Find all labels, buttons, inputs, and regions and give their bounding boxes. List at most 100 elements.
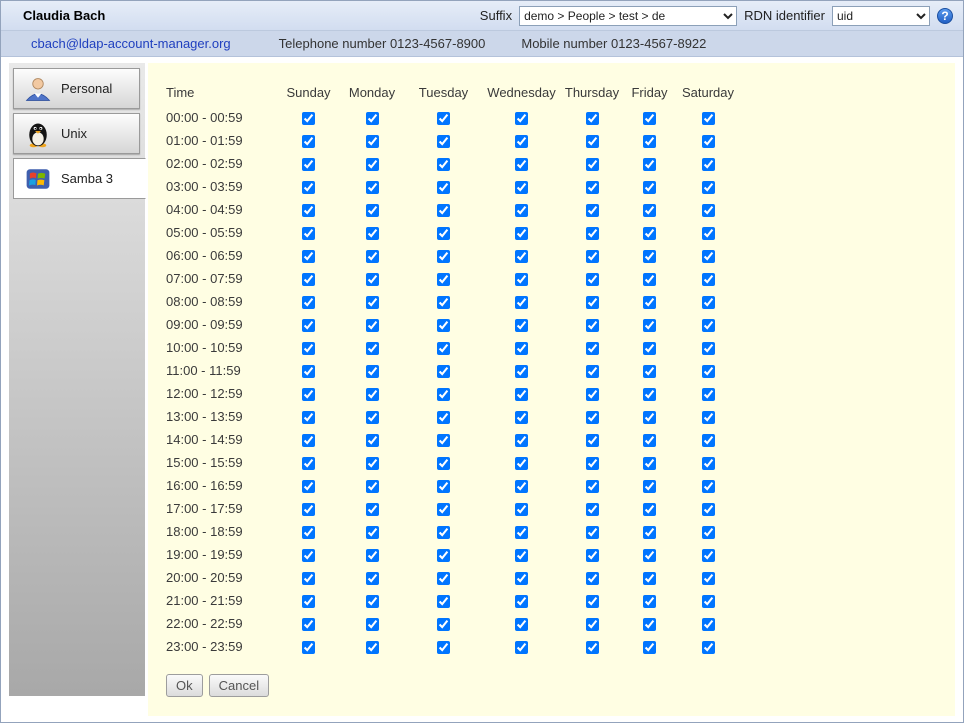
logon-hour-checkbox[interactable] — [515, 641, 528, 654]
logon-hour-checkbox[interactable] — [437, 112, 450, 125]
logon-hour-checkbox[interactable] — [437, 572, 450, 585]
logon-hour-checkbox[interactable] — [643, 181, 656, 194]
logon-hour-checkbox[interactable] — [302, 250, 315, 263]
logon-hour-checkbox[interactable] — [702, 572, 715, 585]
logon-hour-checkbox[interactable] — [586, 434, 599, 447]
logon-hour-checkbox[interactable] — [515, 434, 528, 447]
logon-hour-checkbox[interactable] — [515, 204, 528, 217]
logon-hour-checkbox[interactable] — [366, 296, 379, 309]
logon-hour-checkbox[interactable] — [702, 181, 715, 194]
logon-hour-checkbox[interactable] — [702, 388, 715, 401]
logon-hour-checkbox[interactable] — [643, 480, 656, 493]
logon-hour-checkbox[interactable] — [586, 296, 599, 309]
logon-hour-checkbox[interactable] — [643, 135, 656, 148]
logon-hour-checkbox[interactable] — [437, 204, 450, 217]
logon-hour-checkbox[interactable] — [437, 457, 450, 470]
logon-hour-checkbox[interactable] — [643, 365, 656, 378]
logon-hour-checkbox[interactable] — [366, 342, 379, 355]
logon-hour-checkbox[interactable] — [643, 296, 656, 309]
tab-samba3[interactable]: Samba 3 — [13, 158, 146, 199]
logon-hour-checkbox[interactable] — [586, 457, 599, 470]
logon-hour-checkbox[interactable] — [702, 204, 715, 217]
logon-hour-checkbox[interactable] — [515, 227, 528, 240]
email-link[interactable]: cbach@ldap-account-manager.org — [31, 36, 231, 51]
logon-hour-checkbox[interactable] — [586, 388, 599, 401]
logon-hour-checkbox[interactable] — [515, 618, 528, 631]
logon-hour-checkbox[interactable] — [515, 549, 528, 562]
logon-hour-checkbox[interactable] — [302, 572, 315, 585]
logon-hour-checkbox[interactable] — [437, 480, 450, 493]
logon-hour-checkbox[interactable] — [302, 204, 315, 217]
logon-hour-checkbox[interactable] — [366, 135, 379, 148]
logon-hour-checkbox[interactable] — [302, 227, 315, 240]
logon-hour-checkbox[interactable] — [437, 158, 450, 171]
logon-hour-checkbox[interactable] — [586, 273, 599, 286]
logon-hour-checkbox[interactable] — [515, 112, 528, 125]
logon-hour-checkbox[interactable] — [586, 319, 599, 332]
logon-hour-checkbox[interactable] — [643, 457, 656, 470]
logon-hour-checkbox[interactable] — [437, 503, 450, 516]
logon-hour-checkbox[interactable] — [586, 250, 599, 263]
logon-hour-checkbox[interactable] — [302, 457, 315, 470]
logon-hour-checkbox[interactable] — [515, 158, 528, 171]
logon-hour-checkbox[interactable] — [643, 572, 656, 585]
logon-hour-checkbox[interactable] — [702, 641, 715, 654]
logon-hour-checkbox[interactable] — [515, 365, 528, 378]
logon-hour-checkbox[interactable] — [586, 342, 599, 355]
logon-hour-checkbox[interactable] — [643, 273, 656, 286]
logon-hour-checkbox[interactable] — [302, 480, 315, 493]
logon-hour-checkbox[interactable] — [437, 365, 450, 378]
logon-hour-checkbox[interactable] — [302, 526, 315, 539]
logon-hour-checkbox[interactable] — [366, 181, 379, 194]
logon-hour-checkbox[interactable] — [702, 526, 715, 539]
logon-hour-checkbox[interactable] — [437, 342, 450, 355]
logon-hour-checkbox[interactable] — [366, 319, 379, 332]
logon-hour-checkbox[interactable] — [437, 641, 450, 654]
logon-hour-checkbox[interactable] — [437, 595, 450, 608]
logon-hour-checkbox[interactable] — [302, 434, 315, 447]
logon-hour-checkbox[interactable] — [302, 411, 315, 424]
logon-hour-checkbox[interactable] — [702, 365, 715, 378]
logon-hour-checkbox[interactable] — [302, 641, 315, 654]
tab-unix[interactable]: Unix — [13, 113, 140, 154]
logon-hour-checkbox[interactable] — [643, 204, 656, 217]
logon-hour-checkbox[interactable] — [702, 227, 715, 240]
logon-hour-checkbox[interactable] — [702, 296, 715, 309]
logon-hour-checkbox[interactable] — [302, 296, 315, 309]
logon-hour-checkbox[interactable] — [366, 411, 379, 424]
logon-hour-checkbox[interactable] — [586, 526, 599, 539]
logon-hour-checkbox[interactable] — [515, 319, 528, 332]
logon-hour-checkbox[interactable] — [366, 158, 379, 171]
logon-hour-checkbox[interactable] — [515, 503, 528, 516]
logon-hour-checkbox[interactable] — [643, 158, 656, 171]
logon-hour-checkbox[interactable] — [586, 549, 599, 562]
tab-personal[interactable]: Personal — [13, 68, 140, 109]
logon-hour-checkbox[interactable] — [515, 388, 528, 401]
logon-hour-checkbox[interactable] — [437, 526, 450, 539]
logon-hour-checkbox[interactable] — [302, 618, 315, 631]
logon-hour-checkbox[interactable] — [586, 112, 599, 125]
logon-hour-checkbox[interactable] — [702, 595, 715, 608]
logon-hour-checkbox[interactable] — [437, 388, 450, 401]
logon-hour-checkbox[interactable] — [302, 181, 315, 194]
logon-hour-checkbox[interactable] — [366, 365, 379, 378]
logon-hour-checkbox[interactable] — [437, 135, 450, 148]
logon-hour-checkbox[interactable] — [437, 549, 450, 562]
logon-hour-checkbox[interactable] — [437, 181, 450, 194]
rdn-identifier-select[interactable]: uid — [832, 6, 930, 26]
logon-hour-checkbox[interactable] — [586, 595, 599, 608]
logon-hour-checkbox[interactable] — [515, 250, 528, 263]
logon-hour-checkbox[interactable] — [366, 227, 379, 240]
help-icon[interactable]: ? — [937, 8, 953, 24]
logon-hour-checkbox[interactable] — [302, 365, 315, 378]
logon-hour-checkbox[interactable] — [702, 480, 715, 493]
logon-hour-checkbox[interactable] — [586, 365, 599, 378]
logon-hour-checkbox[interactable] — [366, 250, 379, 263]
logon-hour-checkbox[interactable] — [643, 618, 656, 631]
logon-hour-checkbox[interactable] — [515, 135, 528, 148]
logon-hour-checkbox[interactable] — [366, 595, 379, 608]
logon-hour-checkbox[interactable] — [366, 112, 379, 125]
logon-hour-checkbox[interactable] — [515, 572, 528, 585]
logon-hour-checkbox[interactable] — [586, 158, 599, 171]
logon-hour-checkbox[interactable] — [437, 227, 450, 240]
